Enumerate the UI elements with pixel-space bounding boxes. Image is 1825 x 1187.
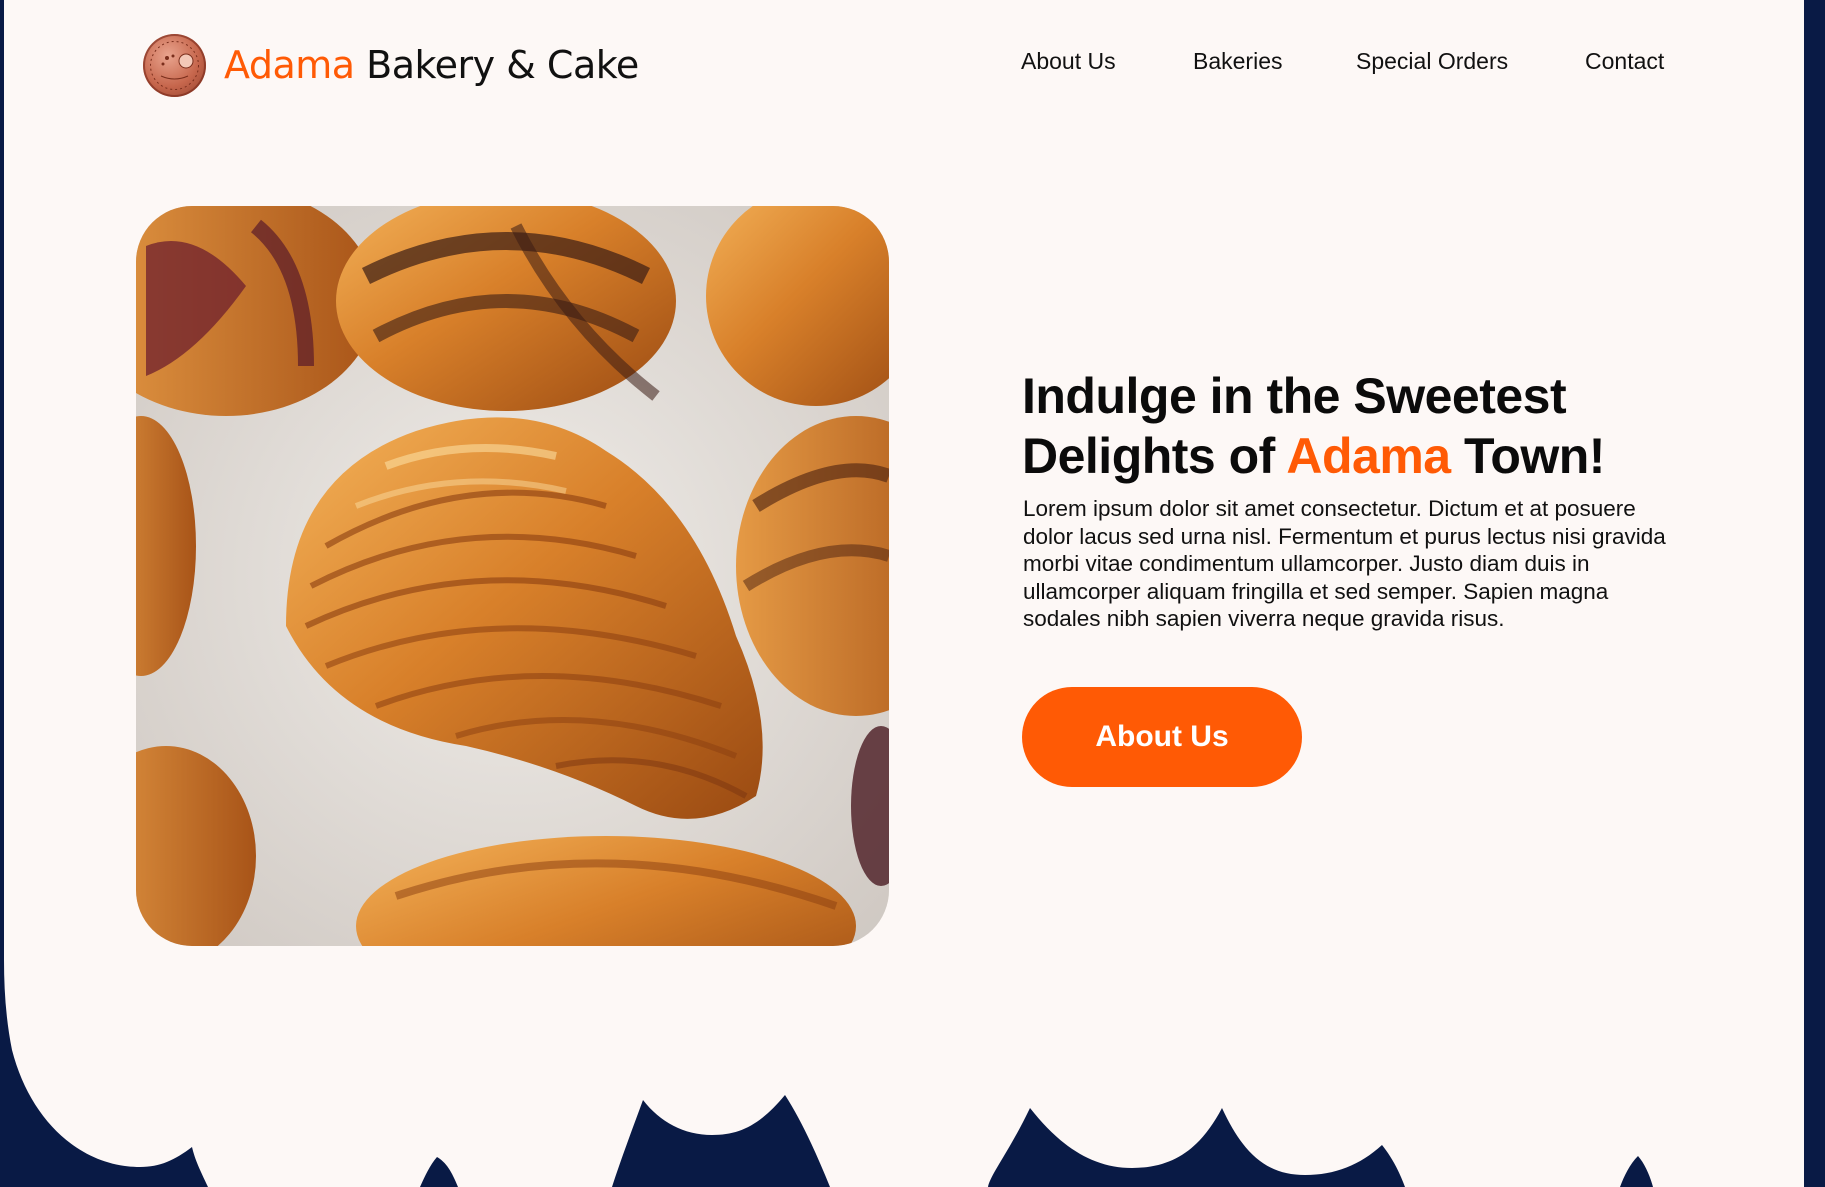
brand[interactable]: Adama Bakery & Cake	[143, 32, 639, 98]
nav-link-bakeries[interactable]: Bakeries	[1193, 48, 1282, 75]
headline-suffix: Town!	[1450, 428, 1605, 484]
nav-link-contact[interactable]: Contact	[1585, 48, 1664, 75]
about-us-button[interactable]: About Us	[1022, 687, 1302, 787]
brand-name-rest: Bakery & Cake	[366, 43, 639, 87]
hero-image-croissants	[136, 206, 889, 946]
brand-name: Adama Bakery & Cake	[224, 43, 639, 87]
headline-line-1: Indulge in the Sweetest	[1022, 368, 1567, 424]
bakery-logo-icon	[143, 33, 206, 97]
brand-name-accent: Adama	[224, 43, 355, 87]
headline-accent: Adama	[1286, 428, 1451, 484]
headline-prefix: Delights of	[1022, 428, 1287, 484]
hero-headline: Indulge in the Sweetest Delights of Adama…	[1022, 366, 1722, 486]
hero-description: Lorem ipsum dolor sit amet consectetur. …	[1023, 496, 1666, 631]
page: Adama Bakery & Cake About Us Bakeries Sp…	[0, 0, 1825, 1187]
nav-link-about-us[interactable]: About Us	[1021, 48, 1116, 75]
nav-link-special-orders[interactable]: Special Orders	[1356, 48, 1508, 75]
